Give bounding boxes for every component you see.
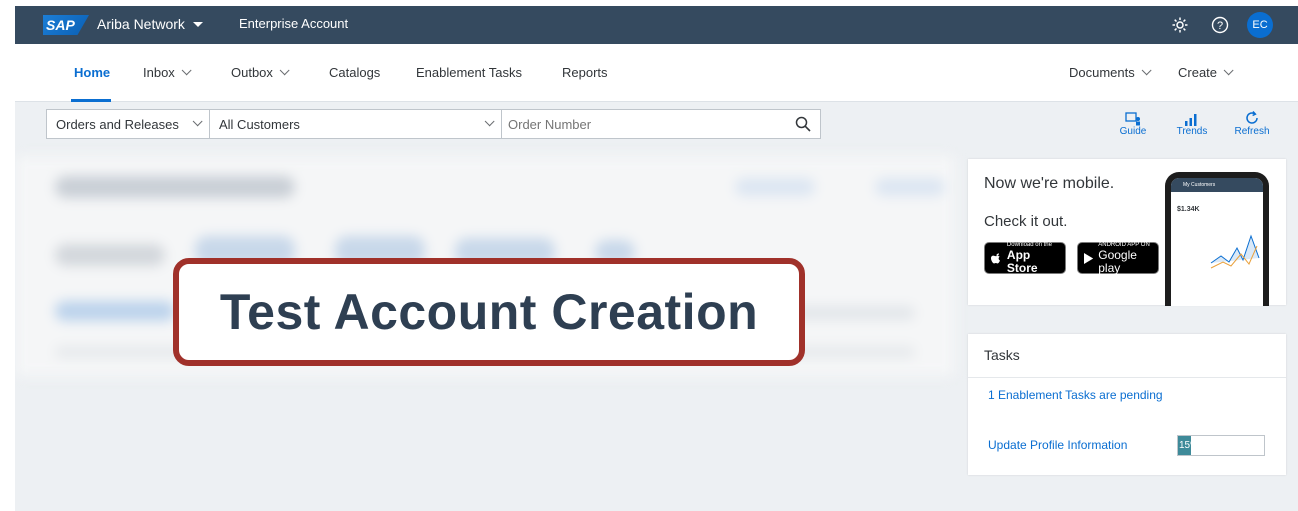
tab-outbox[interactable]: Outbox [231, 65, 290, 80]
tab-enablement-tasks[interactable]: Enablement Tasks [416, 65, 522, 80]
app-store-big-text: App Store [1006, 247, 1038, 275]
shell-bar: SAP Ariba Network Enterprise Account ? E… [15, 6, 1298, 44]
refresh-icon [1230, 106, 1274, 126]
profile-progress-fill: 15% [1178, 436, 1191, 455]
blurred-heading [55, 176, 295, 198]
account-type-label: Enterprise Account [239, 16, 349, 31]
documents-menu[interactable]: Documents [1069, 65, 1152, 80]
tab-bar: Home Inbox Outbox Catalogs Enablement Ta… [15, 44, 1298, 102]
refresh-label: Refresh [1234, 126, 1270, 137]
tab-home[interactable]: Home [74, 65, 110, 80]
user-avatar[interactable]: EC [1247, 12, 1273, 38]
chevron-down-icon [1141, 65, 1152, 76]
mobile-promo-subtitle: Check it out. [984, 213, 1068, 230]
tab-reports[interactable]: Reports [562, 65, 608, 80]
tasks-title: Tasks [984, 347, 1020, 363]
tab-home-label: Home [74, 65, 111, 80]
chevron-down-icon [192, 116, 203, 127]
app-store-button[interactable]: Download on the App Store [984, 242, 1066, 274]
search-icon[interactable] [786, 110, 820, 138]
tab-outbox-label: Outbox [231, 65, 273, 80]
tab-catalogs[interactable]: Catalogs [329, 65, 380, 80]
blurred-button [735, 178, 815, 196]
documents-menu-label: Documents [1069, 65, 1135, 80]
bar-chart-icon [1170, 106, 1214, 126]
document-type-select[interactable]: Orders and Releases [47, 110, 210, 138]
update-profile-link[interactable]: Update Profile Information [988, 438, 1127, 452]
customer-select[interactable]: All Customers [210, 110, 502, 138]
customer-value: All Customers [219, 116, 300, 132]
trends-label: Trends [1176, 126, 1208, 137]
apple-icon [991, 253, 1000, 264]
divider [968, 377, 1286, 378]
document-search-bar: Orders and Releases All Customers [46, 109, 821, 139]
chevron-down-icon [484, 116, 495, 127]
shell-actions: ? EC [1167, 12, 1273, 38]
blurred-tab [55, 301, 175, 321]
chevron-down-icon [1223, 65, 1234, 76]
guide-label: Guide [1119, 126, 1147, 137]
tab-inbox-label: Inbox [143, 65, 175, 80]
svg-text:?: ? [1217, 20, 1223, 32]
play-store-icon [1084, 252, 1094, 264]
document-type-value: Orders and Releases [56, 116, 179, 132]
help-icon[interactable]: ? [1207, 12, 1233, 38]
create-menu[interactable]: Create [1178, 65, 1234, 80]
mobile-promo-title: Now we're mobile. [984, 175, 1115, 192]
guide-button[interactable]: Guide [1111, 106, 1155, 137]
blurred-tile [55, 244, 165, 266]
trends-button[interactable]: Trends [1170, 106, 1214, 137]
phone-value: $1.34K [1177, 206, 1200, 213]
tab-inbox[interactable]: Inbox [143, 65, 192, 80]
product-switcher[interactable]: Ariba Network [97, 16, 203, 32]
active-tab-indicator [71, 99, 111, 102]
google-play-big-text: Google play [1098, 247, 1137, 275]
video-caption-overlay: Test Account Creation [173, 258, 805, 366]
phone-screen: My Customers $1.34K [1171, 178, 1263, 306]
chevron-down-icon [279, 65, 290, 76]
tab-reports-label: Reports [562, 65, 608, 80]
tasks-card: Tasks 1 Enablement Tasks are pending Upd… [968, 334, 1286, 475]
mobile-promo-card: Now we're mobile. Check it out. Download… [968, 159, 1286, 306]
guide-icon [1111, 106, 1155, 126]
tab-enablement-tasks-label: Enablement Tasks [416, 65, 522, 80]
caption-text: Test Account Creation [219, 284, 759, 340]
sap-logo: SAP [43, 15, 89, 35]
settings-gear-icon[interactable] [1167, 12, 1193, 38]
create-menu-label: Create [1178, 65, 1218, 80]
tab-catalogs-label: Catalogs [329, 65, 381, 80]
pending-tasks-link[interactable]: 1 Enablement Tasks are pending [988, 388, 1163, 402]
phone-mockup-image: My Customers $1.34K [1165, 172, 1269, 306]
caret-down-icon [192, 21, 203, 27]
refresh-button[interactable]: Refresh [1230, 106, 1274, 137]
profile-progress-bar: 15% [1177, 435, 1265, 456]
chevron-down-icon [181, 65, 192, 76]
phone-chart-graphic [1210, 234, 1260, 269]
order-number-input[interactable] [502, 110, 786, 138]
product-name: Ariba Network [97, 16, 185, 32]
blurred-button [875, 178, 945, 196]
phone-header: My Customers [1171, 178, 1263, 192]
app-window: SAP Ariba Network Enterprise Account ? E… [15, 6, 1298, 511]
google-play-button[interactable]: ANDROID APP ON Google play [1077, 242, 1159, 274]
